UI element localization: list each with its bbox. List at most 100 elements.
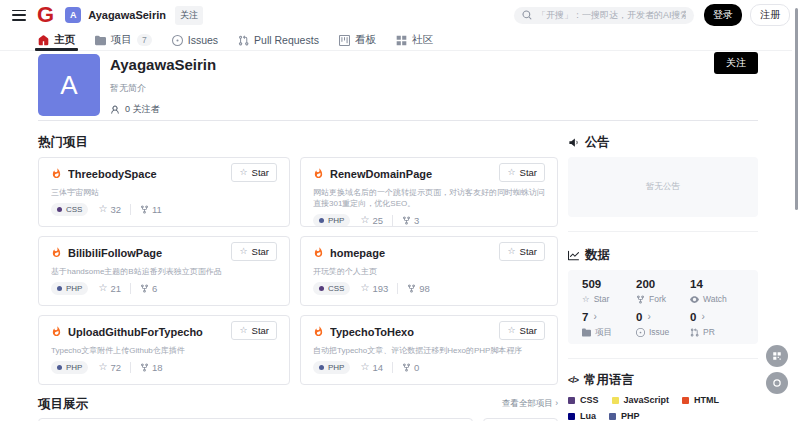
star-icon: ☆ (98, 362, 107, 372)
qr-icon (772, 351, 782, 361)
fork-icon (407, 284, 416, 293)
fork-count[interactable]: 3 (392, 215, 419, 226)
star-count[interactable]: ☆21 (98, 283, 121, 294)
project-name[interactable]: homepage (330, 245, 493, 260)
star-button[interactable]: ☆Star (499, 321, 545, 340)
language-dot (57, 365, 62, 370)
user-avatar-small[interactable]: A (65, 7, 81, 23)
language-dot (57, 207, 62, 212)
profile-bio: 暂无简介 (110, 82, 758, 95)
gitee-logo[interactable]: G (37, 2, 54, 28)
project-card: RenewDomainPage ☆Star 网站更换域名后的一个跳转提示页面，对… (300, 157, 558, 227)
project-name[interactable]: TypechoToHexo (330, 324, 493, 339)
topbar-username[interactable]: AyagawaSeirin (88, 9, 166, 21)
language-swatch (568, 413, 575, 420)
search-box[interactable] (514, 7, 694, 24)
scrollbar[interactable] (792, 0, 800, 421)
star-icon: ☆ (582, 294, 590, 304)
projects-count-badge: 7 (137, 34, 152, 46)
star-button[interactable]: ☆Star (231, 321, 277, 340)
star-icon: ☆ (507, 326, 515, 335)
project-name[interactable]: ThreebodySpace (68, 166, 225, 181)
star-icon: ☆ (239, 247, 247, 256)
follow-button[interactable]: 关注 (714, 52, 758, 74)
stat-issues[interactable]: 0› Issue (636, 310, 690, 337)
stat-star: 509 ☆Star (582, 277, 636, 304)
star-icon: ☆ (507, 168, 515, 177)
sidebar-divider (568, 231, 758, 232)
project-name[interactable]: BilibiliFollowPage (68, 245, 225, 260)
chevron-right-icon: › (647, 310, 650, 324)
scrollbar-thumb[interactable] (795, 8, 798, 210)
flame-icon (51, 168, 62, 179)
star-icon: ☆ (98, 283, 107, 293)
tab-community[interactable]: 社区 (396, 30, 433, 50)
project-card: TypechoToHexo ☆Star 自动把Typecho文章、评论数据迁移到… (300, 315, 558, 385)
profile-avatar: A (38, 54, 100, 116)
language-swatch (682, 397, 689, 404)
issue-icon (172, 35, 183, 46)
project-description: 自动把Typecho文章、评论数据迁移到Hexo的PHP脚本程序 (313, 345, 545, 356)
language-item: CSS (568, 395, 599, 406)
menu-icon[interactable] (12, 10, 26, 21)
feedback-fab[interactable] (766, 345, 788, 367)
star-icon: ☆ (360, 283, 369, 293)
project-name[interactable]: RenewDomainPage (330, 166, 493, 181)
fork-count[interactable]: 18 (130, 362, 163, 373)
star-icon: ☆ (239, 168, 247, 177)
flame-icon (313, 247, 324, 258)
followers-row[interactable]: 0 关注者 (110, 103, 758, 116)
chevron-right-icon: › (593, 310, 596, 324)
star-icon: ☆ (360, 215, 369, 225)
folder-icon (582, 328, 591, 337)
fork-count[interactable]: 98 (397, 283, 430, 294)
eye-icon (690, 295, 699, 304)
view-all-projects-link[interactable]: 查看全部项目 › (502, 398, 558, 410)
chevron-right-icon: › (701, 310, 704, 324)
pull-request-icon (238, 35, 249, 46)
login-button[interactable]: 登录 (704, 4, 742, 26)
flame-icon (313, 168, 324, 179)
register-button[interactable]: 注册 (750, 4, 790, 26)
star-count[interactable]: ☆193 (360, 283, 388, 294)
star-button[interactable]: ☆Star (499, 242, 545, 261)
follow-chip[interactable]: 关注 (175, 6, 203, 25)
flame-icon (51, 247, 62, 258)
stat-prs[interactable]: 0› PR (690, 310, 744, 337)
fork-count[interactable]: 6 (130, 283, 157, 294)
search-icon (522, 10, 532, 20)
language-dot (57, 286, 62, 291)
support-fab[interactable] (766, 372, 788, 394)
main-column: 热门项目 ThreebodySpace ☆Star 三体宇宙网站 CSS ☆32… (38, 121, 558, 421)
code-icon: </> (568, 373, 578, 387)
language-pill: PHP (51, 282, 88, 295)
tab-pull-requests[interactable]: Pull Requests (238, 30, 319, 50)
fork-count[interactable]: 0 (392, 362, 419, 373)
stat-projects[interactable]: 7› 项目 (582, 310, 636, 337)
fork-count[interactable]: 11 (130, 204, 162, 215)
home-icon (38, 35, 49, 46)
star-count[interactable]: ☆32 (98, 204, 121, 215)
community-icon (396, 35, 407, 46)
flame-icon (313, 326, 324, 337)
language-pill: CSS (313, 282, 350, 295)
project-card: homepage ☆Star 开玩笑的个人主页 CSS ☆193 98 (300, 236, 558, 306)
tab-home[interactable]: 主页 (38, 30, 75, 50)
star-button[interactable]: ☆Star (499, 163, 545, 182)
search-input[interactable] (537, 10, 686, 20)
star-icon: ☆ (360, 362, 369, 372)
announcement-empty: 暂无公告 (568, 157, 758, 217)
star-icon: ☆ (507, 247, 515, 256)
star-button[interactable]: ☆Star (231, 242, 277, 261)
star-count[interactable]: ☆25 (360, 215, 383, 226)
hot-projects-title: 热门项目 (38, 135, 558, 149)
tab-issues[interactable]: Issues (172, 30, 218, 50)
star-count[interactable]: ☆72 (98, 362, 121, 373)
tab-projects[interactable]: 项目 7 (95, 30, 152, 50)
star-count[interactable]: ☆14 (360, 362, 383, 373)
project-name[interactable]: UploadGithubForTypecho (68, 324, 225, 339)
fork-icon (140, 363, 149, 372)
star-button[interactable]: ☆Star (231, 163, 277, 182)
fork-icon (140, 205, 149, 214)
tab-board[interactable]: 看板 (339, 30, 376, 50)
